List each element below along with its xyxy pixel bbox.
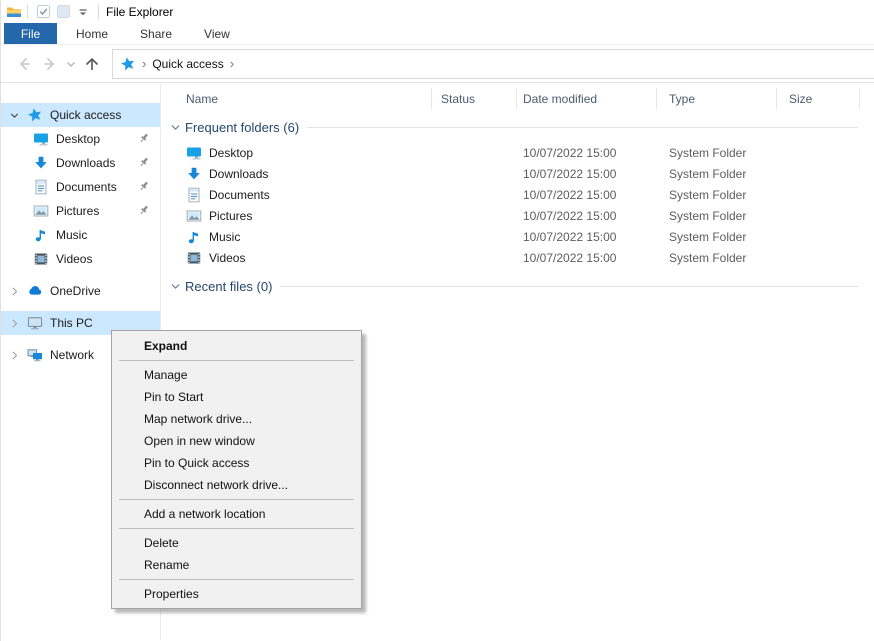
new-folder-toolbar-button <box>53 3 73 21</box>
column-divider[interactable] <box>776 88 777 110</box>
toolbar-separator <box>27 5 28 19</box>
window-title: File Explorer <box>106 5 173 19</box>
column-divider[interactable] <box>656 88 657 110</box>
file-row-videos[interactable]: Videos 10/07/2022 15:00 System Folder <box>161 247 874 268</box>
menu-item-open-in-new-window[interactable]: Open in new window <box>112 430 361 452</box>
menu-item-manage[interactable]: Manage <box>112 364 361 386</box>
app-icon <box>6 4 22 20</box>
desktop-icon <box>186 145 202 161</box>
menu-item-pin-to-quick-access[interactable]: Pin to Quick access <box>112 452 361 474</box>
chevron-down-icon[interactable] <box>169 280 182 293</box>
file-explorer-window: File Explorer File Home Share View › Qui… <box>0 0 874 641</box>
back-button[interactable] <box>11 51 37 77</box>
column-divider[interactable] <box>516 88 517 110</box>
address-bar[interactable]: › Quick access › <box>112 49 874 79</box>
group-divider-line <box>307 127 858 128</box>
menu-item-pin-to-start[interactable]: Pin to Start <box>112 386 361 408</box>
menu-item-properties[interactable]: Properties <box>112 583 361 605</box>
toolbar-separator <box>98 5 99 19</box>
menu-item-rename[interactable]: Rename <box>112 554 361 576</box>
up-button[interactable] <box>79 51 105 77</box>
quick-access-star-icon <box>27 107 43 123</box>
column-header-name[interactable]: Name <box>186 92 218 106</box>
sidebar-item-downloads[interactable]: Downloads <box>1 151 160 175</box>
menu-item-delete[interactable]: Delete <box>112 532 361 554</box>
this-pc-monitor-icon <box>27 315 43 331</box>
breadcrumb-chevron-icon[interactable]: › <box>230 56 234 71</box>
sidebar-item-desktop[interactable]: Desktop <box>1 127 160 151</box>
desktop-icon <box>33 131 49 147</box>
tab-file[interactable]: File <box>4 23 57 44</box>
menu-separator <box>119 579 354 580</box>
chevron-down-icon[interactable] <box>7 109 21 122</box>
music-icon <box>186 229 202 245</box>
chevron-right-icon[interactable] <box>7 285 21 298</box>
breadcrumb-quick-access[interactable]: Quick access <box>152 57 223 71</box>
sidebar-item-quick-access[interactable]: Quick access <box>1 103 160 127</box>
chevron-right-icon[interactable] <box>7 349 21 362</box>
column-headers: Name Status Date modified Type Size <box>161 83 874 115</box>
sidebar-item-documents[interactable]: Documents <box>1 175 160 199</box>
sidebar-item-pictures[interactable]: Pictures <box>1 199 160 223</box>
pin-icon <box>137 131 151 145</box>
videos-icon <box>33 251 49 267</box>
music-icon <box>33 227 49 243</box>
column-header-type[interactable]: Type <box>669 92 695 106</box>
menu-item-expand[interactable]: Expand <box>112 335 361 357</box>
column-header-status[interactable]: Status <box>441 92 475 106</box>
forward-button[interactable] <box>37 51 63 77</box>
customize-quick-access-toolbar-icon[interactable] <box>73 3 93 21</box>
group-header-recent-files[interactable]: Recent files (0) <box>161 274 858 299</box>
pictures-icon <box>33 203 49 219</box>
recent-locations-dropdown[interactable] <box>63 51 79 77</box>
tab-view[interactable]: View <box>191 23 243 44</box>
downloads-icon <box>33 155 49 171</box>
pin-icon <box>137 179 151 193</box>
videos-icon <box>186 250 202 266</box>
file-row-music[interactable]: Music 10/07/2022 15:00 System Folder <box>161 226 874 247</box>
onedrive-cloud-icon <box>27 283 43 299</box>
file-row-downloads[interactable]: Downloads 10/07/2022 15:00 System Folder <box>161 163 874 184</box>
pin-icon <box>137 203 151 217</box>
file-row-desktop[interactable]: Desktop 10/07/2022 15:00 System Folder <box>161 142 874 163</box>
chevron-down-icon[interactable] <box>169 121 182 134</box>
column-header-date-modified[interactable]: Date modified <box>523 92 597 106</box>
tab-share[interactable]: Share <box>127 23 185 44</box>
group-header-frequent-folders[interactable]: Frequent folders (6) <box>161 115 858 140</box>
pictures-icon <box>186 208 202 224</box>
pin-icon <box>137 155 151 169</box>
column-header-size[interactable]: Size <box>789 92 812 106</box>
menu-item-add-network-location[interactable]: Add a network location <box>112 503 361 525</box>
chevron-right-icon[interactable] <box>7 317 21 330</box>
frequent-folders-list: Desktop 10/07/2022 15:00 System Folder D… <box>161 142 874 268</box>
context-menu: Expand Manage Pin to Start Map network d… <box>111 330 362 609</box>
downloads-icon <box>186 166 202 182</box>
quick-access-star-icon <box>120 56 136 72</box>
network-icon <box>27 347 43 363</box>
properties-toolbar-button[interactable] <box>33 3 53 21</box>
documents-icon <box>186 187 202 203</box>
file-row-pictures[interactable]: Pictures 10/07/2022 15:00 System Folder <box>161 205 874 226</box>
menu-separator <box>119 360 354 361</box>
file-row-documents[interactable]: Documents 10/07/2022 15:00 System Folder <box>161 184 874 205</box>
menu-item-disconnect-network-drive[interactable]: Disconnect network drive... <box>112 474 361 496</box>
sidebar-item-onedrive[interactable]: OneDrive <box>1 279 160 303</box>
documents-icon <box>33 179 49 195</box>
column-divider[interactable] <box>859 88 860 110</box>
navigation-bar: › Quick access › <box>1 45 874 83</box>
menu-separator <box>119 528 354 529</box>
sidebar-item-videos[interactable]: Videos <box>1 247 160 271</box>
breadcrumb-chevron-icon[interactable]: › <box>142 56 146 71</box>
menu-item-map-network-drive[interactable]: Map network drive... <box>112 408 361 430</box>
group-divider-line <box>280 286 858 287</box>
sidebar-item-music[interactable]: Music <box>1 223 160 247</box>
title-bar: File Explorer <box>1 0 874 23</box>
column-divider[interactable] <box>431 88 432 110</box>
tab-home[interactable]: Home <box>63 23 121 44</box>
ribbon-tab-bar: File Home Share View <box>1 23 874 45</box>
menu-separator <box>119 499 354 500</box>
